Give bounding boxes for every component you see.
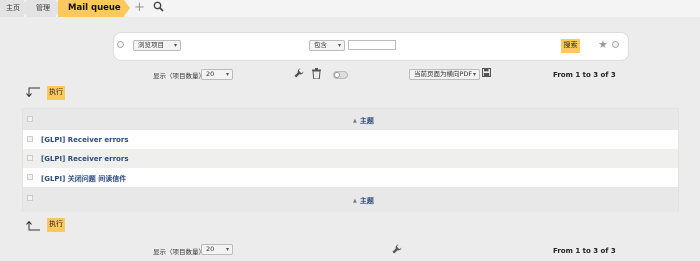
row-subject-link[interactable]: [GLPI] Receiver errors	[41, 136, 129, 144]
pager-info-top: From 1 to 3 of 3	[553, 71, 616, 79]
plus-icon[interactable]: +	[134, 0, 145, 15]
row-checkbox[interactable]	[27, 136, 33, 142]
mail-queue-table: ▲ 主题 [GLPI] Receiver errors [GLPI] Receiv…	[22, 108, 679, 212]
column-subject-label: 主题	[359, 117, 374, 125]
select-all-checkbox[interactable]	[27, 195, 33, 201]
column-subject-label: 主题	[359, 197, 374, 205]
wrench-icon[interactable]	[294, 68, 304, 81]
table-row[interactable]: [GLPI] 关闭问题 间读信件	[23, 168, 678, 187]
display-count-label: 显示（项目数量）	[153, 72, 205, 80]
chevron-down-icon: ▾	[225, 246, 229, 253]
breadcrumb-manage[interactable]: 管理	[26, 0, 56, 17]
chevron-down-icon: ▾	[173, 42, 177, 49]
display-count-label-bottom: 显示（项目数量）	[153, 248, 205, 256]
row-checkbox[interactable]	[27, 174, 33, 180]
search-options-toggle[interactable]	[612, 41, 619, 48]
per-page-value: 20	[206, 70, 215, 78]
browse-select-value: 浏览项目	[138, 41, 164, 49]
save-icon[interactable]	[482, 68, 491, 80]
breadcrumb-home[interactable]: 主页	[0, 0, 24, 17]
column-subject-footer[interactable]: ▲ 主题	[353, 196, 374, 206]
table-row[interactable]: [GLPI] Receiver errors	[23, 130, 678, 149]
export-select-value: 当前页面为横向PDF	[414, 70, 473, 78]
criteria-select-value: 包含	[314, 41, 327, 49]
arrow-up-left-icon	[25, 220, 41, 235]
search-criteria-toggle[interactable]	[117, 41, 124, 48]
chevron-down-icon: ▾	[472, 71, 476, 78]
table-footer-row: ▲ 主题	[23, 187, 678, 212]
export-select[interactable]: 当前页面为横向PDF ▾	[409, 69, 480, 80]
pager-info-bottom: From 1 to 3 of 3	[553, 247, 616, 255]
row-checkbox[interactable]	[27, 155, 33, 161]
breadcrumb-separator	[124, 0, 130, 16]
toggle-knob	[334, 72, 340, 78]
table-header-row: ▲ 主题	[23, 109, 678, 130]
star-icon[interactable]: ★	[598, 38, 608, 51]
massive-action-button[interactable]: 执行	[47, 86, 65, 100]
row-subject-link[interactable]: [GLPI] Receiver errors	[41, 155, 129, 163]
search-submit-button[interactable]: 搜索	[561, 39, 580, 53]
table-row[interactable]: [GLPI] Receiver errors	[23, 149, 678, 168]
row-subject-link[interactable]: [GLPI] 关闭问题 间读信件	[41, 174, 126, 184]
per-page-select-bottom[interactable]: 20 ▾	[201, 244, 233, 255]
per-page-value: 20	[206, 245, 215, 253]
massive-action-button-bottom[interactable]: 执行	[47, 218, 65, 232]
select-all-checkbox[interactable]	[27, 116, 33, 122]
toggle-switch[interactable]	[333, 71, 348, 79]
criteria-select[interactable]: 包含 ▾	[309, 40, 345, 51]
wrench-icon[interactable]	[392, 244, 402, 257]
search-icon[interactable]	[153, 1, 164, 15]
breadcrumb-current[interactable]: Mail queue	[58, 0, 124, 17]
search-value-input[interactable]	[348, 40, 396, 50]
chevron-down-icon: ▾	[225, 71, 229, 78]
sort-asc-icon: ▲	[353, 198, 357, 204]
browse-select[interactable]: 浏览项目 ▾	[133, 40, 181, 51]
per-page-select[interactable]: 20 ▾	[201, 69, 233, 80]
sort-asc-icon: ▲	[353, 118, 357, 124]
trash-icon[interactable]	[312, 68, 321, 82]
chevron-down-icon: ▾	[337, 42, 341, 49]
arrow-down-left-icon	[25, 86, 41, 101]
column-subject-header[interactable]: ▲ 主题	[353, 116, 374, 126]
